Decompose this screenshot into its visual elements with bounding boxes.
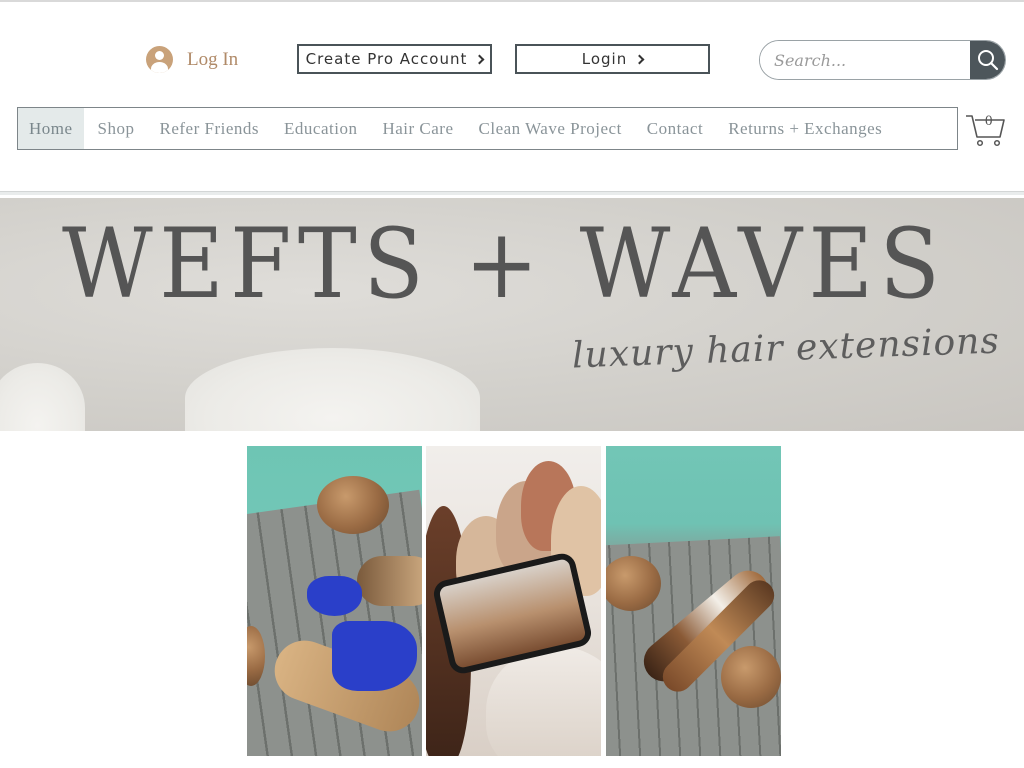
nav-item-shop[interactable]: Shop bbox=[87, 108, 146, 149]
search-input[interactable] bbox=[760, 41, 970, 79]
cart-button[interactable]: 0 bbox=[964, 110, 1008, 148]
hero-banner: WEFTS + WAVES luxury hair extensions bbox=[0, 198, 1024, 431]
brand-title: WEFTS + WAVES bbox=[62, 208, 947, 320]
search-box bbox=[759, 40, 1006, 80]
coral-decoration bbox=[185, 348, 480, 431]
coral-decoration bbox=[0, 363, 85, 431]
group-selfie-photo[interactable] bbox=[426, 446, 601, 756]
nav-item-clean-wave-project[interactable]: Clean Wave Project bbox=[468, 108, 633, 149]
brand-tagline: luxury hair extensions bbox=[571, 320, 1001, 377]
create-pro-account-label: Create Pro Account bbox=[305, 50, 468, 68]
nav-item-returns-exchanges[interactable]: Returns + Exchanges bbox=[717, 108, 893, 149]
login-button[interactable]: Login bbox=[515, 44, 710, 74]
nav-item-hair-care[interactable]: Hair Care bbox=[371, 108, 464, 149]
member-login-link[interactable]: Log In bbox=[146, 46, 238, 73]
create-pro-account-button[interactable]: Create Pro Account bbox=[297, 44, 492, 74]
login-button-label: Login bbox=[581, 50, 628, 68]
nav-item-education[interactable]: Education bbox=[273, 108, 368, 149]
bikini-top bbox=[307, 576, 362, 616]
user-avatar-icon bbox=[146, 46, 173, 73]
nav-item-home[interactable]: Home bbox=[18, 108, 84, 149]
top-border bbox=[0, 0, 1024, 2]
chevron-right-icon bbox=[474, 54, 485, 64]
coconut bbox=[317, 476, 389, 534]
nav-item-refer-friends[interactable]: Refer Friends bbox=[149, 108, 271, 149]
log-in-label: Log In bbox=[187, 48, 239, 70]
main-navigation: Home Shop Refer Friends Education Hair C… bbox=[17, 107, 958, 150]
search-button[interactable] bbox=[970, 41, 1005, 79]
chevron-right-icon bbox=[634, 54, 645, 64]
coconut bbox=[721, 646, 781, 708]
hair-weft bbox=[357, 556, 422, 606]
bikini-bottom bbox=[332, 621, 417, 691]
nav-item-contact[interactable]: Contact bbox=[636, 108, 714, 149]
product-photo-bikini[interactable] bbox=[247, 446, 422, 756]
cart-count: 0 bbox=[985, 113, 993, 129]
header-divider bbox=[0, 191, 1024, 195]
product-photo-braids[interactable] bbox=[606, 446, 781, 756]
search-icon bbox=[977, 50, 998, 71]
